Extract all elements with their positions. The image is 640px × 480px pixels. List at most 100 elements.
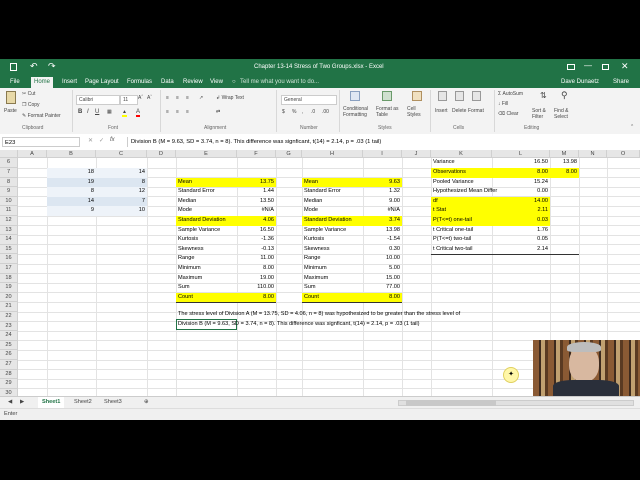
ribbon-display-icon[interactable] — [567, 64, 575, 70]
currency-icon[interactable]: $ — [282, 109, 285, 115]
column-header-G[interactable]: G — [276, 150, 302, 159]
insert-cells-button[interactable]: Insert — [435, 108, 448, 114]
ttest-value-1[interactable]: 2.14 — [492, 245, 550, 255]
row-header-15[interactable]: 15 — [0, 244, 18, 255]
stat-label-b[interactable]: Median — [302, 197, 363, 207]
stat-value-a[interactable]: 110.00 — [237, 283, 276, 293]
format-as-table-button[interactable]: Format as Table — [376, 106, 406, 118]
new-sheet-button[interactable]: ⊕ — [140, 397, 153, 408]
row-header-20[interactable]: 20 — [0, 292, 18, 303]
column-header-E[interactable]: E — [176, 150, 237, 159]
tell-me-input[interactable]: Tell me what you want to do... — [237, 77, 322, 88]
stat-label-a[interactable]: Standard Error — [176, 187, 237, 197]
tab-review[interactable]: Review — [180, 77, 206, 88]
ttest-value-1[interactable]: 14.00 — [492, 197, 550, 207]
stat-value-b[interactable]: -1.54 — [363, 235, 402, 245]
stat-value-b[interactable]: 1.32 — [363, 187, 402, 197]
insert-cells-icon[interactable] — [438, 91, 447, 101]
row-header-23[interactable]: 23 — [0, 321, 18, 332]
borders-icon[interactable]: ▦ — [107, 109, 112, 115]
stat-label-b[interactable]: Range — [302, 254, 363, 264]
stat-value-a[interactable]: -0.13 — [237, 245, 276, 255]
increase-decimal-icon[interactable]: .0 — [311, 109, 315, 115]
ttest-value-2[interactable] — [550, 226, 579, 236]
user-name[interactable]: Dave Dunaetz — [558, 77, 602, 88]
stat-label-b[interactable]: Count — [302, 293, 363, 303]
ttest-value-1[interactable]: 1.76 — [492, 226, 550, 236]
ttest-value-2[interactable] — [550, 206, 579, 216]
ttest-value-2[interactable]: 13.98 — [550, 158, 579, 168]
ttest-label[interactable]: P(T<=t) two-tail — [431, 235, 492, 245]
delete-cells-button[interactable]: Delete — [452, 108, 466, 114]
stat-value-b[interactable]: 13.98 — [363, 226, 402, 236]
ttest-label[interactable]: Hypothesized Mean Differ — [431, 187, 497, 197]
row-header-26[interactable]: 26 — [0, 350, 18, 360]
stat-value-b[interactable]: 10.00 — [363, 254, 402, 264]
column-header-B[interactable]: B — [47, 150, 96, 159]
underline-button[interactable]: U — [95, 109, 99, 115]
row-header-11[interactable]: 11 — [0, 206, 18, 216]
stat-label-b[interactable]: Sample Variance — [302, 226, 363, 236]
stat-label-a[interactable]: Sum — [176, 283, 237, 293]
stat-label-b[interactable]: Sum — [302, 283, 363, 293]
save-icon[interactable] — [10, 63, 17, 71]
ttest-value-2[interactable] — [550, 235, 579, 245]
increase-font-icon[interactable]: Aˆ — [138, 95, 143, 101]
fill-color-icon[interactable]: ▲ — [122, 109, 127, 117]
ttest-value-2[interactable] — [550, 216, 579, 226]
format-as-table-icon[interactable] — [382, 91, 392, 101]
summary-text-line2[interactable]: Division B (M = 9.63, SD = 3.74, n = 8).… — [176, 320, 422, 330]
row-header-16[interactable]: 16 — [0, 254, 18, 264]
align-top-icon[interactable]: ≡ — [166, 95, 169, 101]
cell-group-b-value[interactable]: 12 — [96, 187, 147, 197]
row-header-29[interactable]: 29 — [0, 379, 18, 389]
row-header-8[interactable]: 8 — [0, 177, 18, 188]
ttest-value-2[interactable] — [550, 245, 579, 255]
stat-label-a[interactable]: Mode — [176, 206, 237, 216]
row-header-18[interactable]: 18 — [0, 273, 18, 284]
comma-icon[interactable]: , — [302, 109, 303, 115]
stat-label-a[interactable]: Skewness — [176, 245, 237, 255]
stat-value-a[interactable]: 8.00 — [237, 264, 276, 274]
align-left-icon[interactable]: ≡ — [166, 109, 169, 115]
ttest-label[interactable]: Pooled Variance — [431, 178, 492, 188]
column-header-I[interactable]: I — [363, 150, 402, 159]
row-header-27[interactable]: 27 — [0, 360, 18, 370]
tab-formulas[interactable]: Formulas — [124, 77, 155, 88]
stat-label-a[interactable]: Maximum — [176, 274, 237, 284]
ttest-value-2[interactable]: 8.00 — [550, 168, 579, 178]
align-center-icon[interactable]: ≡ — [176, 109, 179, 115]
stat-value-a[interactable]: #N/A — [237, 206, 276, 216]
stat-label-b[interactable]: Maximum — [302, 274, 363, 284]
stat-value-b[interactable]: 8.00 — [363, 293, 402, 303]
select-all-corner[interactable] — [0, 150, 18, 158]
percent-icon[interactable]: % — [292, 109, 296, 115]
format-cells-icon[interactable] — [472, 91, 481, 101]
row-header-7[interactable]: 7 — [0, 168, 18, 178]
row-header-12[interactable]: 12 — [0, 216, 18, 226]
stat-label-a[interactable]: Mean — [176, 178, 237, 188]
font-color-icon[interactable]: A — [136, 109, 141, 117]
stat-value-b[interactable]: 77.00 — [363, 283, 402, 293]
ttest-label[interactable]: t Critical one-tail — [431, 226, 492, 236]
name-box[interactable]: E23 — [2, 137, 80, 147]
stat-label-b[interactable]: Kurtosis — [302, 235, 363, 245]
collapse-ribbon-icon[interactable]: ⌃ — [630, 124, 634, 130]
font-size-select[interactable]: 11 — [120, 95, 138, 105]
stat-value-a[interactable]: 16.50 — [237, 226, 276, 236]
row-header-10[interactable]: 10 — [0, 196, 18, 207]
stat-value-b[interactable]: 3.74 — [363, 216, 402, 226]
stat-label-a[interactable]: Minimum — [176, 264, 237, 274]
stat-label-a[interactable]: Count — [176, 293, 237, 303]
stat-value-a[interactable]: 13.75 — [237, 178, 276, 188]
stat-label-a[interactable]: Range — [176, 254, 237, 264]
row-header-17[interactable]: 17 — [0, 264, 18, 274]
orientation-icon[interactable]: ↗ — [199, 95, 203, 101]
column-header-F[interactable]: F — [237, 150, 276, 159]
format-cells-button[interactable]: Format — [468, 108, 484, 114]
cell-group-a-value[interactable]: 14 — [47, 197, 96, 207]
italic-button[interactable]: I — [87, 109, 89, 115]
tab-view[interactable]: View — [207, 77, 226, 88]
ttest-label[interactable]: t Stat — [431, 206, 492, 216]
stat-label-b[interactable]: Mode — [302, 206, 363, 216]
